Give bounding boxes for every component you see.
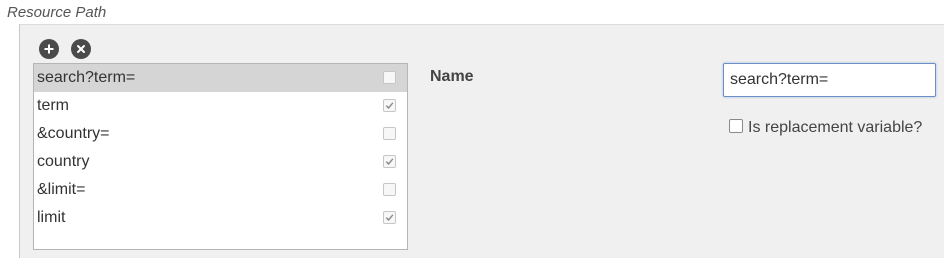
checkmark-icon bbox=[385, 102, 394, 109]
list-item-checkbox[interactable] bbox=[383, 155, 396, 168]
list-item-label: limit bbox=[37, 209, 66, 226]
list-item-checkbox[interactable] bbox=[383, 211, 396, 224]
remove-button[interactable] bbox=[71, 39, 91, 59]
list-item-label: term bbox=[37, 97, 69, 114]
checkmark-icon bbox=[385, 214, 394, 221]
section-title: Resource Path bbox=[7, 4, 107, 21]
list-item[interactable]: limit bbox=[34, 204, 407, 232]
checkmark-icon bbox=[385, 158, 394, 165]
list-item-checkbox[interactable] bbox=[383, 183, 396, 196]
list-item[interactable]: term bbox=[34, 92, 407, 120]
resource-path-list[interactable]: search?term= term &country= country &limit= l… bbox=[33, 63, 408, 250]
close-icon bbox=[77, 45, 85, 53]
list-item-checkbox[interactable] bbox=[383, 127, 396, 140]
name-input[interactable] bbox=[723, 63, 936, 97]
replacement-variable-label: Is replacement variable? bbox=[748, 119, 923, 136]
list-item-checkbox[interactable] bbox=[383, 99, 396, 112]
list-item-label: search?term= bbox=[37, 69, 136, 86]
list-item[interactable]: &country= bbox=[34, 120, 407, 148]
add-button[interactable] bbox=[39, 39, 59, 59]
list-item-checkbox[interactable] bbox=[383, 71, 396, 84]
list-item[interactable]: country bbox=[34, 148, 407, 176]
plus-icon bbox=[44, 44, 54, 54]
list-item-label: &limit= bbox=[37, 181, 86, 198]
list-item[interactable]: search?term= bbox=[34, 64, 407, 92]
list-item[interactable]: &limit= bbox=[34, 176, 407, 204]
name-label: Name bbox=[430, 68, 474, 85]
replacement-variable-checkbox[interactable] bbox=[729, 119, 743, 133]
list-item-label: &country= bbox=[37, 125, 110, 142]
list-item-label: country bbox=[37, 153, 90, 170]
